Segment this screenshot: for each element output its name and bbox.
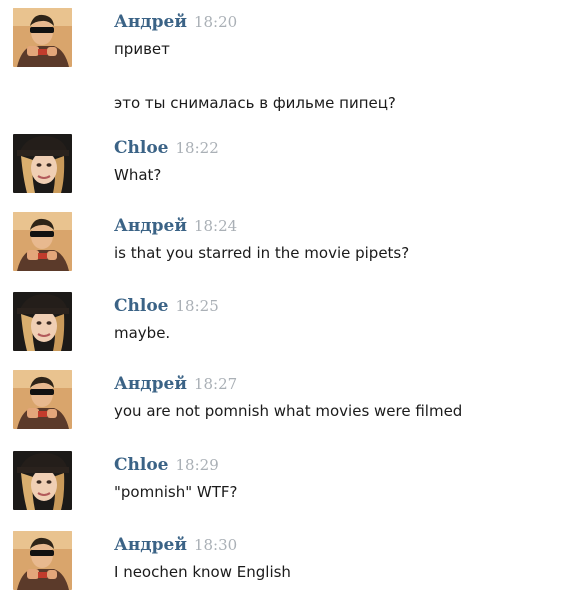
message: Chloe 18:29 "pomnish" WTF? [0, 451, 563, 513]
message-text: I neochen know English [114, 563, 291, 581]
message: Chloe 18:22 What? [0, 134, 563, 196]
author-name[interactable]: Андрей [114, 216, 187, 236]
author-name[interactable]: Андрей [114, 374, 187, 394]
message-text: What? [114, 166, 162, 184]
chloe-avatar[interactable] [13, 134, 72, 193]
message: Андрей 18:24 is that you starred in the m… [0, 212, 563, 274]
message-header: Андрей 18:24 [114, 216, 237, 236]
timestamp: 18:20 [193, 13, 238, 31]
message-text: maybe. [114, 324, 171, 342]
message-header: Chloe 18:25 [114, 296, 219, 316]
andrey-avatar[interactable] [13, 8, 72, 67]
message-text: "pomnish" WTF? [114, 483, 238, 501]
message-header: Андрей 18:20 [114, 12, 237, 32]
message: Андрей 18:27 you are not pomnish what mov… [0, 370, 563, 432]
author-name[interactable]: Андрей [114, 535, 187, 555]
timestamp: 18:22 [175, 139, 219, 157]
chat-history: Андрей 18:20 привет это ты снималась в фи… [0, 0, 563, 600]
author-name[interactable]: Chloe [114, 296, 169, 316]
timestamp: 18:30 [193, 536, 238, 554]
message-text: привет [114, 40, 170, 58]
timestamp: 18:27 [193, 375, 238, 393]
message-header: Андрей 18:27 [114, 374, 237, 394]
message: Chloe 18:25 maybe. [0, 292, 563, 354]
timestamp: 18:29 [175, 456, 219, 474]
message-text: это ты снималась в фильме пипец? [114, 94, 396, 112]
chloe-avatar[interactable] [13, 292, 72, 351]
message: Андрей 18:20 привет это ты снималась в фи… [0, 8, 563, 120]
message-text: you are not pomnish what movies were fil… [114, 402, 463, 420]
timestamp: 18:25 [175, 297, 219, 315]
author-name[interactable]: Андрей [114, 12, 187, 32]
chloe-avatar[interactable] [13, 451, 72, 510]
author-name[interactable]: Chloe [114, 138, 169, 158]
andrey-avatar[interactable] [13, 370, 72, 429]
message-header: Chloe 18:22 [114, 138, 219, 158]
timestamp: 18:24 [193, 217, 238, 235]
message-text: is that you starred in the movie pipets? [114, 244, 410, 262]
message-header: Chloe 18:29 [114, 455, 219, 475]
message-header: Андрей 18:30 [114, 535, 237, 555]
andrey-avatar[interactable] [13, 531, 72, 590]
andrey-avatar[interactable] [13, 212, 72, 271]
author-name[interactable]: Chloe [114, 455, 169, 475]
message: Андрей 18:30 I neochen know English [0, 531, 563, 593]
